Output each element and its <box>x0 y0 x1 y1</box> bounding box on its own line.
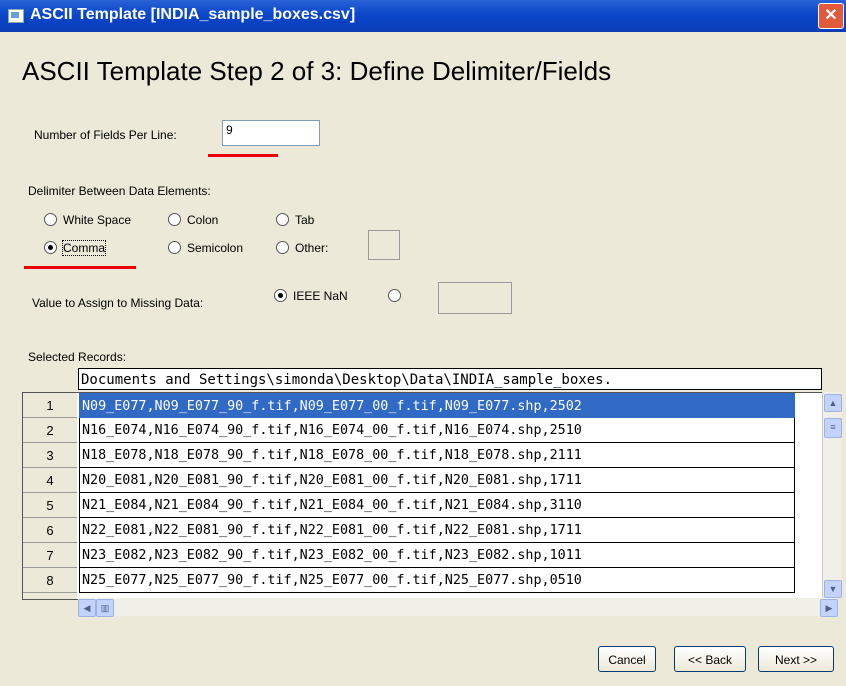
horizontal-scroll-thumb[interactable]: ▥ <box>96 599 114 617</box>
scroll-up-icon[interactable]: ▲ <box>824 394 842 412</box>
table-row[interactable]: 4 N20_E081,N20_E081_90_f.tif,N20_E081_00… <box>23 468 823 493</box>
scroll-left-icon[interactable]: ◀ <box>78 599 96 617</box>
back-button[interactable]: << Back <box>674 646 746 672</box>
row-text[interactable]: N20_E081,N20_E081_90_f.tif,N20_E081_00_f… <box>79 468 795 493</box>
annotation-underline <box>208 154 278 157</box>
radio-tab[interactable]: Tab <box>276 212 314 227</box>
file-path-header: Documents and Settings\simonda\Desktop\D… <box>78 368 822 390</box>
missing-data-label: Value to Assign to Missing Data: <box>32 296 204 310</box>
row-number: 3 <box>23 443 77 468</box>
cancel-button[interactable]: Cancel <box>598 646 656 672</box>
radio-ieee-nan-indicator <box>274 289 287 303</box>
horizontal-scrollbar[interactable]: ◀ ▥ ▶ <box>78 598 838 617</box>
step-heading: ASCII Template Step 2 of 3: Define Delim… <box>22 56 612 86</box>
table-row[interactable]: 6 N22_E081,N22_E081_90_f.tif,N22_E081_00… <box>23 518 823 543</box>
radio-colon[interactable]: Colon <box>168 212 218 227</box>
radio-semicolon-label: Semicolon <box>187 240 244 255</box>
selected-records-label: Selected Records: <box>28 350 127 364</box>
scroll-thumb[interactable]: ≡ <box>824 418 842 438</box>
radio-colon-indicator <box>168 213 181 227</box>
table-row[interactable]: 1 N09_E077,N09_E077_90_f.tif,N09_E077_00… <box>23 393 823 418</box>
table-row[interactable]: 2 N16_E074,N16_E074_90_f.tif,N16_E074_00… <box>23 418 823 443</box>
radio-comma-label: Comma <box>61 239 107 256</box>
row-number: 4 <box>23 468 77 493</box>
annotation-underline-comma <box>24 266 136 269</box>
scroll-right-icon[interactable]: ▶ <box>820 599 838 617</box>
other-delimiter-input[interactable] <box>368 230 400 260</box>
radio-custom-missing[interactable] <box>388 288 407 303</box>
window-title: ASCII Template [INDIA_sample_boxes.csv] <box>30 6 356 23</box>
table-row[interactable]: 5 N21_E084,N21_E084_90_f.tif,N21_E084_00… <box>23 493 823 518</box>
row-number: 2 <box>23 418 77 443</box>
next-button[interactable]: Next >> <box>758 646 834 672</box>
radio-ieee-nan[interactable]: IEEE NaN <box>274 288 348 303</box>
row-text[interactable]: N18_E078,N18_E078_90_f.tif,N18_E078_00_f… <box>79 443 795 468</box>
row-number: 1 <box>23 393 77 418</box>
custom-missing-value-input[interactable] <box>438 282 512 314</box>
row-number: 8 <box>23 568 77 593</box>
radio-ieee-nan-label: IEEE NaN <box>293 288 348 303</box>
fields-per-line-label: Number of Fields Per Line: <box>34 128 177 142</box>
row-text[interactable]: N16_E074,N16_E074_90_f.tif,N16_E074_00_f… <box>79 418 795 443</box>
table-row[interactable]: 7 N23_E082,N23_E082_90_f.tif,N23_E082_00… <box>23 543 823 568</box>
row-text[interactable]: N09_E077,N09_E077_90_f.tif,N09_E077_00_f… <box>79 393 795 418</box>
row-text[interactable]: N25_E077,N25_E077_90_f.tif,N25_E077_00_f… <box>79 568 795 593</box>
title-bar: ASCII Template [INDIA_sample_boxes.csv] … <box>0 0 846 32</box>
row-number: 6 <box>23 518 77 543</box>
vertical-scrollbar[interactable]: ▲ ≡ ▼ <box>822 392 842 598</box>
table-row[interactable]: 8 N25_E077,N25_E077_90_f.tif,N25_E077_00… <box>23 568 823 593</box>
radio-white-space[interactable]: White Space <box>44 212 131 227</box>
scroll-down-icon[interactable]: ▼ <box>824 580 842 598</box>
delimiter-label: Delimiter Between Data Elements: <box>28 184 211 198</box>
radio-other-indicator <box>276 241 289 255</box>
radio-other-label: Other: <box>295 240 329 255</box>
radio-white-space-indicator <box>44 213 57 227</box>
radio-semicolon-indicator <box>168 241 181 255</box>
radio-colon-label: Colon <box>187 212 219 227</box>
radio-tab-indicator <box>276 213 289 227</box>
radio-comma-indicator <box>44 241 57 255</box>
close-window-button[interactable]: ✕ <box>818 3 844 29</box>
radio-semicolon[interactable]: Semicolon <box>168 240 243 255</box>
row-text[interactable]: N22_E081,N22_E081_90_f.tif,N22_E081_00_f… <box>79 518 795 543</box>
records-grid: 1 N09_E077,N09_E077_90_f.tif,N09_E077_00… <box>22 392 824 600</box>
radio-other[interactable]: Other: <box>276 240 328 255</box>
row-number: 5 <box>23 493 77 518</box>
radio-comma[interactable]: Comma <box>44 239 107 256</box>
row-text[interactable]: N21_E084,N21_E084_90_f.tif,N21_E084_00_f… <box>79 493 795 518</box>
row-text[interactable]: N23_E082,N23_E082_90_f.tif,N23_E082_00_f… <box>79 543 795 568</box>
app-window-icon <box>8 9 24 23</box>
radio-white-space-label: White Space <box>63 212 132 227</box>
radio-tab-label: Tab <box>295 212 315 227</box>
row-number: 7 <box>23 543 77 568</box>
table-row[interactable]: 3 N18_E078,N18_E078_90_f.tif,N18_E078_00… <box>23 443 823 468</box>
fields-per-line-input[interactable]: 9 <box>222 120 320 146</box>
radio-custom-missing-indicator <box>388 289 401 303</box>
